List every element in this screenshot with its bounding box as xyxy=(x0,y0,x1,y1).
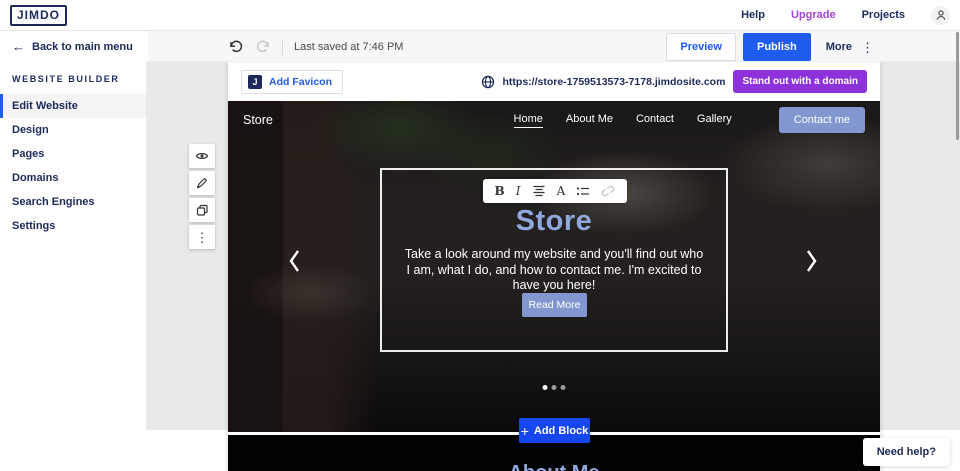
style-block-button[interactable] xyxy=(189,171,215,195)
redo-icon xyxy=(255,39,271,55)
paint-brush-icon xyxy=(195,176,209,190)
site-url[interactable]: https://store-1759513573-7178.jimdosite.… xyxy=(503,76,726,88)
hero-section: Store Home About Me Contact Gallery Cont… xyxy=(228,101,880,432)
add-favicon-button[interactable]: J Add Favicon xyxy=(241,70,343,94)
hide-block-button[interactable] xyxy=(189,144,215,168)
person-icon xyxy=(935,9,947,21)
font-style-button[interactable]: A xyxy=(557,185,566,197)
align-center-icon xyxy=(532,185,546,197)
plus-icon: + xyxy=(521,424,529,438)
sidebar-item-search-engines[interactable]: Search Engines xyxy=(0,190,146,214)
list-icon xyxy=(576,186,590,197)
redo-button[interactable] xyxy=(255,39,271,55)
sidebar-item-edit-website[interactable]: Edit Website xyxy=(0,94,146,118)
nav-item-gallery[interactable]: Gallery xyxy=(697,113,732,127)
nav-item-about-me[interactable]: About Me xyxy=(566,113,613,127)
nav-item-home[interactable]: Home xyxy=(514,113,543,128)
carousel-dot[interactable] xyxy=(561,385,566,390)
carousel-dot[interactable] xyxy=(543,385,548,390)
back-label: Back to main menu xyxy=(32,41,133,53)
more-button[interactable]: More xyxy=(826,41,852,53)
sidebar-item-pages[interactable]: Pages xyxy=(0,142,146,166)
read-more-button[interactable]: Read More xyxy=(522,293,587,317)
jimdo-logo[interactable]: JIMDO xyxy=(10,5,67,26)
top-bar: JIMDO Help Upgrade Projects xyxy=(0,0,960,31)
sidebar-title: WEBSITE BUILDER xyxy=(0,62,146,94)
favicon-placeholder-icon: J xyxy=(248,75,262,89)
kebab-menu-icon[interactable]: ⋮ xyxy=(861,41,874,54)
add-favicon-label: Add Favicon xyxy=(269,76,332,88)
add-block-label: Add Block xyxy=(534,425,588,437)
last-saved-label: Last saved at 7:46 PM xyxy=(294,41,403,53)
sidebar-item-settings[interactable]: Settings xyxy=(0,214,146,238)
publish-button[interactable]: Publish xyxy=(743,33,811,61)
block-more-button[interactable]: ⋮ xyxy=(189,225,215,249)
site-canvas: J Add Favicon https://store-1759513573-7… xyxy=(228,62,880,471)
page-scrollbar[interactable] xyxy=(956,32,959,140)
bold-button[interactable]: B xyxy=(495,185,505,197)
chevron-left-icon xyxy=(288,249,301,273)
projects-link[interactable]: Projects xyxy=(862,9,905,21)
undo-button[interactable] xyxy=(228,39,244,55)
carousel-next-button[interactable] xyxy=(805,249,818,276)
add-block-button[interactable]: + Add Block xyxy=(519,418,590,443)
italic-button[interactable]: I xyxy=(516,185,521,197)
back-arrow-icon: ← xyxy=(12,39,25,54)
list-button[interactable] xyxy=(576,186,590,197)
back-to-main-menu-button[interactable]: ← Back to main menu xyxy=(0,31,148,62)
editor-toolbar: ← Back to main menu Last saved at 7:46 P… xyxy=(0,31,960,62)
text-format-toolbar: B I A xyxy=(483,179,627,203)
carousel-dots xyxy=(543,385,566,390)
builder-sidebar: WEBSITE BUILDER Edit Website Design Page… xyxy=(0,62,146,471)
duplicate-block-button[interactable] xyxy=(189,198,215,222)
link-button[interactable] xyxy=(601,185,615,197)
nav-item-contact[interactable]: Contact xyxy=(636,113,674,127)
carousel-dot[interactable] xyxy=(552,385,557,390)
contact-me-button[interactable]: Contact me xyxy=(779,107,865,133)
user-avatar[interactable] xyxy=(931,6,950,25)
chevron-right-icon xyxy=(805,249,818,273)
align-button[interactable] xyxy=(532,185,546,197)
toolbar-divider xyxy=(282,39,283,55)
kebab-menu-icon: ⋮ xyxy=(196,231,209,244)
carousel-prev-button[interactable] xyxy=(288,249,301,276)
undo-icon xyxy=(228,39,244,55)
site-logo-text[interactable]: Store xyxy=(243,113,273,127)
hero-paragraph[interactable]: Take a look around my website and you'll… xyxy=(404,247,704,294)
site-meta-bar: J Add Favicon https://store-1759513573-7… xyxy=(228,62,880,101)
sidebar-item-design[interactable]: Design xyxy=(0,118,146,142)
globe-icon xyxy=(481,75,495,89)
jimdo-editor: JIMDO Help Upgrade Projects ← Back to ma… xyxy=(0,0,960,471)
need-help-button[interactable]: Need help? xyxy=(863,438,950,466)
upgrade-link[interactable]: Upgrade xyxy=(791,9,836,21)
site-navigation: Store Home About Me Contact Gallery Cont… xyxy=(228,101,880,139)
eye-icon xyxy=(195,150,209,162)
hero-title[interactable]: Store xyxy=(228,205,880,238)
next-section-title: About Me xyxy=(228,462,880,471)
block-tools: ⋮ xyxy=(189,144,215,252)
preview-button[interactable]: Preview xyxy=(666,33,736,61)
domain-upsell-button[interactable]: Stand out with a domain xyxy=(733,70,867,93)
help-link[interactable]: Help xyxy=(741,9,765,21)
duplicate-icon xyxy=(196,204,209,217)
sidebar-item-domains[interactable]: Domains xyxy=(0,166,146,190)
link-icon xyxy=(601,185,615,197)
